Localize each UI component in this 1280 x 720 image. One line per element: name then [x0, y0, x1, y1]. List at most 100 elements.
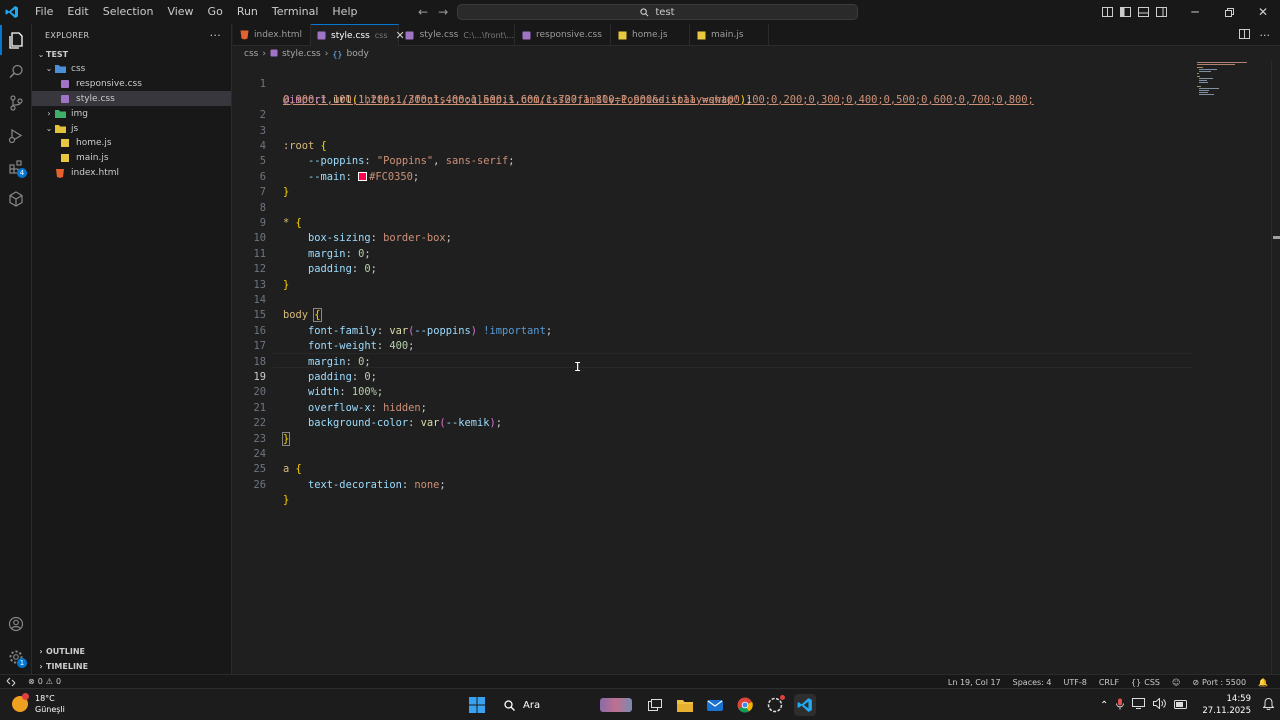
- image-folder-icon: [54, 109, 66, 119]
- cursor-position[interactable]: Ln 19, Col 17: [942, 678, 1007, 687]
- chrome-icon[interactable]: [734, 694, 756, 716]
- code-line: 2: [233, 93, 1193, 121]
- volume-icon[interactable]: [1153, 697, 1167, 712]
- system-clock[interactable]: 14:59 27.11.2025: [1202, 693, 1251, 717]
- toggle-primary-sidebar-icon[interactable]: [1116, 0, 1134, 24]
- minimize-icon[interactable]: ─: [1178, 0, 1212, 24]
- timeline-section[interactable]: › TIMELINE: [32, 659, 231, 673]
- css-file-icon: [521, 30, 531, 40]
- indentation[interactable]: Spaces: 4: [1007, 678, 1058, 687]
- search-highlight-image: [600, 698, 632, 712]
- tree-item-main-js[interactable]: main.js: [32, 150, 231, 165]
- tab-responsive-css[interactable]: responsive.css: [515, 24, 611, 46]
- tree-item-index-html[interactable]: index.html: [32, 165, 231, 180]
- tab-style-css-active[interactable]: style.css css ✕: [311, 24, 405, 46]
- timeline-label: TIMELINE: [46, 661, 89, 671]
- line-ending[interactable]: CRLF: [1093, 678, 1125, 687]
- weather-widget[interactable]: 18°C Güneşli: [12, 693, 65, 715]
- notifications-bell-icon[interactable]: 🔔: [1252, 678, 1274, 687]
- tree-item-responsive-css[interactable]: responsive.css: [32, 76, 231, 91]
- menu-view[interactable]: View: [160, 0, 200, 24]
- remote-explorer-icon[interactable]: [0, 184, 32, 214]
- tab-description: C:\...\front\...: [463, 30, 514, 40]
- maximize-icon[interactable]: [1212, 0, 1246, 24]
- menu-bar: File Edit Selection View Go Run Terminal…: [28, 0, 364, 24]
- notification-center-icon[interactable]: [1262, 697, 1275, 713]
- tab-style-css-front[interactable]: style.css C:\...\front\...: [399, 24, 515, 46]
- microphone-icon[interactable]: [1116, 698, 1125, 713]
- toggle-panel-icon[interactable]: [1134, 0, 1152, 24]
- search-icon: [640, 7, 649, 16]
- settings-gear-icon[interactable]: [0, 642, 32, 672]
- taskbar-search[interactable]: Ara: [496, 693, 636, 717]
- breadcrumb-folder[interactable]: css: [244, 49, 258, 59]
- menu-go[interactable]: Go: [201, 0, 230, 24]
- command-center-search[interactable]: test: [457, 4, 858, 20]
- remote-indicator-icon[interactable]: [0, 675, 22, 689]
- menu-selection[interactable]: Selection: [96, 0, 161, 24]
- extensions-icon[interactable]: [0, 152, 32, 182]
- chevron-right-icon: ›: [262, 49, 266, 59]
- run-debug-icon[interactable]: [0, 120, 32, 150]
- file-encoding[interactable]: UTF-8: [1058, 678, 1093, 687]
- vscode-taskbar-icon[interactable]: [794, 694, 816, 716]
- search-activity-icon[interactable]: [0, 56, 32, 86]
- menu-terminal[interactable]: Terminal: [265, 0, 326, 24]
- code-line: 9 box-sizing: border-box;: [233, 201, 1193, 244]
- tab-index-html[interactable]: index.html: [233, 24, 311, 46]
- code-line: 3 :root {: [233, 108, 1193, 152]
- tab-label: home.js: [632, 30, 668, 40]
- battery-icon[interactable]: [1174, 699, 1188, 712]
- source-control-icon[interactable]: [0, 88, 32, 118]
- display-icon[interactable]: [1132, 698, 1146, 712]
- code-line: 26 }: [233, 462, 1193, 506]
- menu-edit[interactable]: Edit: [60, 0, 95, 24]
- more-actions-icon[interactable]: ···: [210, 29, 221, 42]
- live-server-port[interactable]: ⊘ Port : 5500: [1186, 678, 1252, 687]
- scrollbar-cursor-marker: [1273, 236, 1280, 239]
- toggle-secondary-sidebar-icon[interactable]: [1152, 0, 1170, 24]
- windows-start-icon[interactable]: [466, 694, 488, 716]
- tab-main-js[interactable]: main.js: [690, 24, 769, 46]
- minimap[interactable]: [1196, 61, 1271, 101]
- file-explorer-icon[interactable]: [674, 694, 696, 716]
- clock-time: 14:59: [1226, 694, 1252, 704]
- more-actions-icon[interactable]: ···: [1260, 29, 1271, 42]
- code-line: 20 overflow-x: hidden;: [233, 370, 1193, 413]
- command-center-text: test: [655, 6, 675, 18]
- code-line: 7: [233, 170, 1193, 198]
- text-cursor-icon: I: [574, 360, 582, 374]
- close-window-icon[interactable]: ✕: [1246, 0, 1280, 24]
- menu-help[interactable]: Help: [325, 0, 364, 24]
- tree-root-folder[interactable]: ⌄ TEST: [32, 47, 231, 62]
- breadcrumb-symbol[interactable]: body: [347, 49, 369, 59]
- explorer-sidebar: EXPLORER ··· ⌄ TEST ⌄ css responsive.css…: [32, 24, 232, 674]
- chevron-up-icon[interactable]: ⌃: [1100, 700, 1108, 711]
- tree-item-home-js[interactable]: home.js: [32, 135, 231, 150]
- forward-arrow-icon[interactable]: →: [438, 5, 448, 19]
- outline-section[interactable]: › OUTLINE: [32, 644, 231, 658]
- tree-item-img-folder[interactable]: › img: [32, 106, 231, 121]
- code-editor[interactable]: 1 @import url('https://fonts.googleapis.…: [233, 61, 1280, 674]
- account-icon[interactable]: [0, 609, 32, 639]
- tree-item-style-css[interactable]: style.css: [32, 91, 231, 106]
- vertical-scrollbar[interactable]: [1271, 61, 1280, 674]
- tree-item-css-folder[interactable]: ⌄ css: [32, 61, 231, 76]
- customize-layout-icon[interactable]: [1098, 0, 1116, 24]
- task-view-icon[interactable]: [644, 694, 666, 716]
- language-mode[interactable]: {} CSS: [1125, 678, 1166, 687]
- chatgpt-app-icon[interactable]: [764, 694, 786, 716]
- weather-condition: Güneşli: [35, 705, 65, 714]
- breadcrumb-file[interactable]: style.css: [282, 49, 321, 59]
- mail-app-icon[interactable]: [704, 694, 726, 716]
- menu-file[interactable]: File: [28, 0, 60, 24]
- problems-indicator[interactable]: ⊗ 0 ⚠ 0: [22, 677, 67, 686]
- split-editor-icon[interactable]: [1238, 28, 1250, 42]
- back-arrow-icon[interactable]: ←: [418, 5, 428, 19]
- explorer-icon[interactable]: [0, 25, 32, 55]
- tree-item-js-folder[interactable]: ⌄ js: [32, 121, 231, 136]
- menu-run[interactable]: Run: [230, 0, 265, 24]
- tab-home-js[interactable]: home.js: [611, 24, 690, 46]
- copilot-icon[interactable]: ☺: [1166, 678, 1186, 687]
- tree-root-label: TEST: [46, 50, 69, 59]
